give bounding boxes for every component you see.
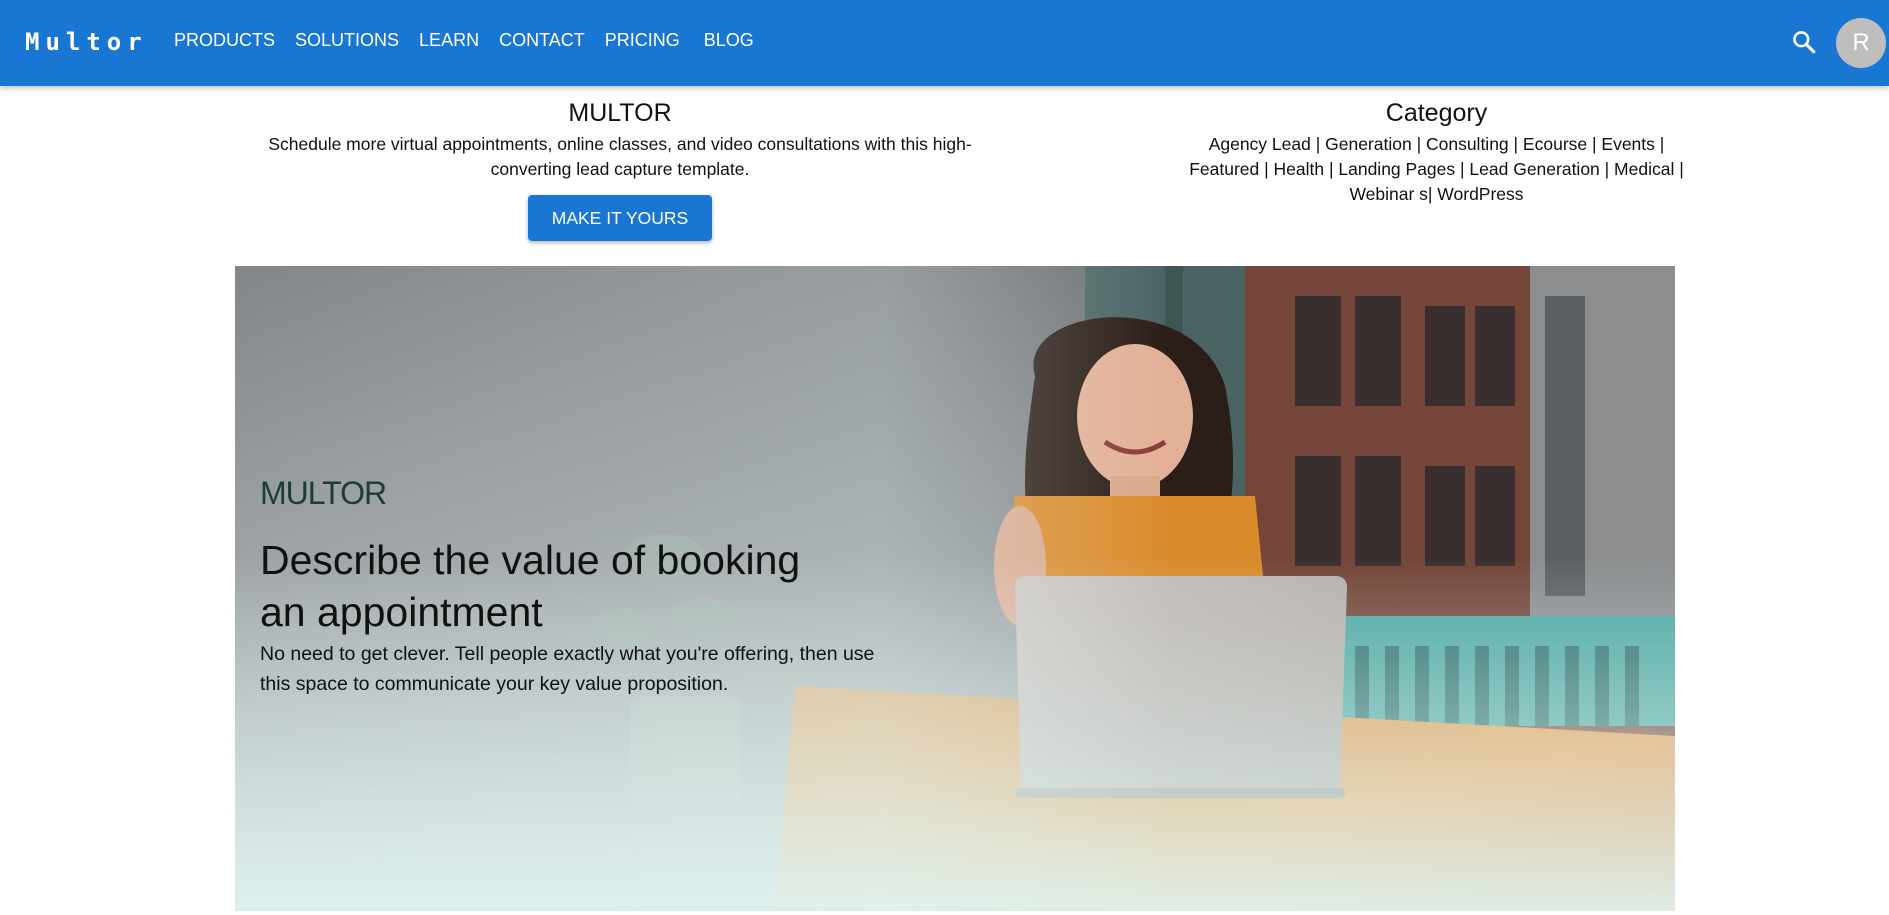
nav-pricing[interactable]: PRICING — [605, 30, 680, 51]
category-title: Category — [1385, 99, 1488, 127]
hero-multor-logo: MULTOR — [260, 475, 387, 510]
category-info: Category Agency Lead | Generation | Cons… — [1180, 98, 1693, 207]
nav-contact[interactable]: CONTACT — [499, 30, 585, 51]
svg-text:MULTOR: MULTOR — [260, 475, 386, 510]
main-nav: PRODUCTS SOLUTIONS LEARN CONTACT PRICING… — [174, 30, 754, 51]
hero-subtext: No need to get clever. Tell people exact… — [260, 643, 875, 695]
search-icon[interactable] — [1791, 29, 1817, 55]
avatar[interactable]: R — [1836, 18, 1886, 68]
make-it-yours-button[interactable]: MAKE IT YOURS — [528, 195, 712, 241]
category-list: Agency Lead | Generation | Consulting | … — [1189, 134, 1684, 204]
top-app-bar: Multor PRODUCTS SOLUTIONS LEARN CONTACT … — [0, 0, 1889, 86]
nav-learn[interactable]: LEARN — [419, 30, 479, 51]
nav-products[interactable]: PRODUCTS — [174, 30, 275, 51]
nav-blog[interactable]: BLOG — [704, 30, 754, 51]
brand-logo[interactable]: Multor — [25, 28, 148, 56]
template-title: MULTOR — [568, 99, 672, 127]
hero-heading: Describe the value of booking an appoint… — [260, 537, 801, 635]
template-description: Schedule more virtual appointments, onli… — [268, 134, 972, 179]
template-preview-hero: MULTOR Describe the value of booking an … — [235, 266, 1675, 911]
nav-solutions[interactable]: SOLUTIONS — [295, 30, 399, 51]
template-info: MULTOR Schedule more virtual appointment… — [240, 98, 1000, 182]
